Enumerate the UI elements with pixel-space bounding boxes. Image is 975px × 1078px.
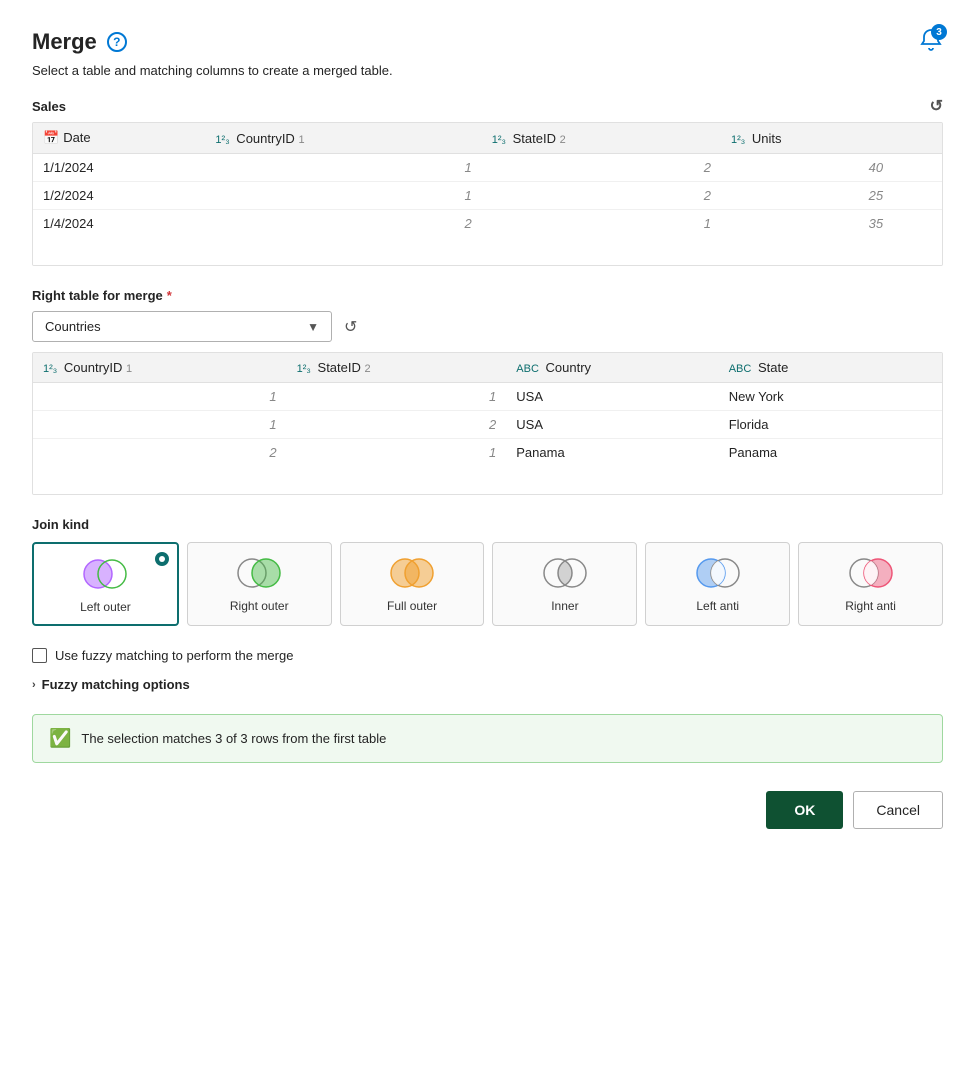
subtitle: Select a table and matching columns to c…	[32, 63, 943, 78]
right-outer-venn	[234, 555, 284, 591]
left-outer-venn	[80, 556, 130, 592]
sales-section-label: Sales ↺	[32, 96, 943, 116]
right-table-section: Right table for merge * Countries ▼ ↺ 1²…	[32, 288, 943, 495]
right-table: 1²₃ CountryID 1 1²₃ StateID 2 ABC Countr…	[33, 353, 942, 466]
table-row: 1 1 USA New York	[33, 383, 942, 411]
fuzzy-options-row[interactable]: › Fuzzy matching options	[32, 677, 943, 692]
success-banner: ✅ The selection matches 3 of 3 rows from…	[32, 714, 943, 763]
sales-refresh-button[interactable]: ↺	[930, 96, 943, 116]
full-outer-venn	[387, 555, 437, 591]
table-row: 1/4/2024 2 1 35	[33, 210, 942, 238]
table-row: 1 2 USA Florida	[33, 411, 942, 439]
sales-col-empty	[893, 123, 942, 154]
sales-table-wrapper: 📅Date 1²₃ CountryID 1 1²₃ StateID 2 1²₃ …	[32, 122, 943, 266]
right-table-dropdown[interactable]: Countries ▼	[32, 311, 332, 342]
inner-venn	[540, 555, 590, 591]
ok-button[interactable]: OK	[766, 791, 843, 829]
right-col-country: ABC Country	[506, 353, 718, 383]
right-col-countryid: 1²₃ CountryID 1	[33, 353, 287, 383]
join-label-right-outer: Right outer	[230, 599, 289, 613]
join-card-inner[interactable]: Inner	[492, 542, 637, 626]
sales-table: 📅Date 1²₃ CountryID 1 1²₃ StateID 2 1²₃ …	[33, 123, 942, 237]
success-message: The selection matches 3 of 3 rows from t…	[81, 731, 386, 746]
right-col-stateid: 1²₃ StateID 2	[287, 353, 507, 383]
join-card-right-outer[interactable]: Right outer	[187, 542, 332, 626]
fuzzy-matching-label: Use fuzzy matching to perform the merge	[55, 648, 293, 663]
sales-table-spacer	[33, 237, 942, 265]
left-anti-venn	[693, 555, 743, 591]
success-checkmark-icon: ✅	[49, 728, 71, 749]
join-label-left-outer: Left outer	[80, 600, 131, 614]
fuzzy-options-label: Fuzzy matching options	[42, 677, 190, 692]
join-card-left-anti[interactable]: Left anti	[645, 542, 790, 626]
title-area: Merge ?	[32, 29, 127, 55]
join-card-full-outer[interactable]: Full outer	[340, 542, 485, 626]
table-row: 2 1 Panama Panama	[33, 439, 942, 467]
join-label-full-outer: Full outer	[387, 599, 437, 613]
notification-icon[interactable]: 3	[919, 28, 943, 55]
right-table-wrapper: 1²₃ CountryID 1 1²₃ StateID 2 ABC Countr…	[32, 352, 943, 495]
join-card-left-outer[interactable]: Left outer	[32, 542, 179, 626]
dropdown-row: Countries ▼ ↺	[32, 311, 943, 342]
page-title: Merge	[32, 29, 97, 55]
join-kind-label: Join kind	[32, 517, 943, 532]
sales-col-countryid: 1²₃ CountryID 1	[205, 123, 481, 154]
fuzzy-matching-row: Use fuzzy matching to perform the merge	[32, 648, 943, 663]
join-label-left-anti: Left anti	[696, 599, 739, 613]
right-table-label: Right table for merge *	[32, 288, 943, 303]
header-row: Merge ? 3	[32, 28, 943, 55]
sales-col-date: 📅Date	[33, 123, 205, 154]
right-anti-venn	[846, 555, 896, 591]
calendar-icon: 📅	[43, 130, 59, 146]
fuzzy-matching-checkbox[interactable]	[32, 648, 47, 663]
cancel-button[interactable]: Cancel	[853, 791, 943, 829]
footer: OK Cancel	[32, 791, 943, 829]
table-row: 1/2/2024 1 2 25	[33, 182, 942, 210]
notification-badge: 3	[931, 24, 947, 40]
join-label-right-anti: Right anti	[845, 599, 896, 613]
required-indicator: *	[167, 288, 172, 303]
sales-col-stateid: 1²₃ StateID 2	[482, 123, 721, 154]
join-label-inner: Inner	[551, 599, 578, 613]
right-col-state: ABC State	[719, 353, 897, 383]
right-table-refresh-button[interactable]: ↺	[344, 317, 357, 337]
chevron-down-icon: ▼	[307, 320, 319, 334]
chevron-right-icon: ›	[32, 679, 36, 691]
right-table-spacer	[33, 466, 942, 494]
table-row: 1/1/2024 1 2 40	[33, 154, 942, 182]
right-col-empty	[897, 353, 942, 383]
help-icon[interactable]: ?	[107, 32, 127, 52]
dropdown-value: Countries	[45, 319, 101, 334]
join-options: Left outer Right outer Full outer Inner	[32, 542, 943, 626]
sales-col-units: 1²₃ Units	[721, 123, 893, 154]
selected-dot	[155, 552, 169, 566]
join-card-right-anti[interactable]: Right anti	[798, 542, 943, 626]
